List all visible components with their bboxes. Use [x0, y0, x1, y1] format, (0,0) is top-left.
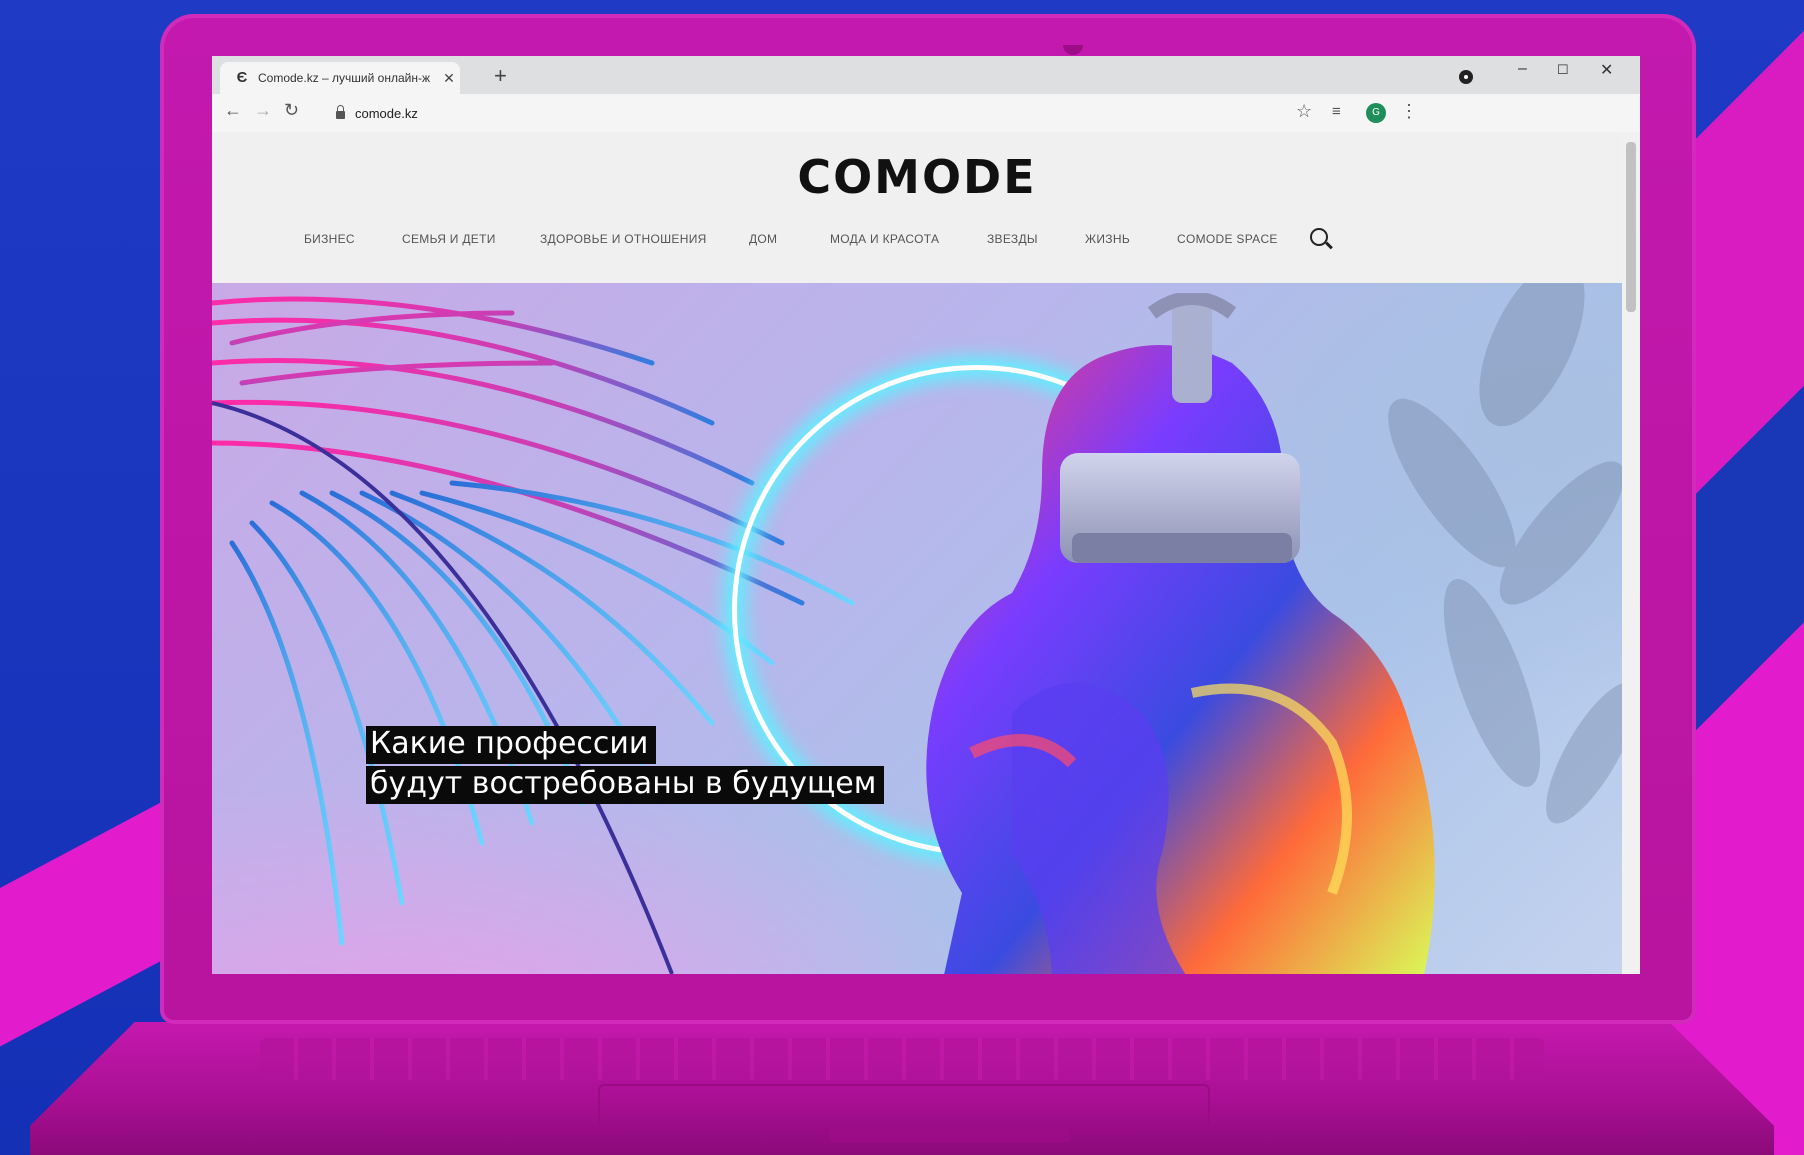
bookmark-star-icon[interactable]: ☆ — [1296, 101, 1312, 122]
lock-icon — [336, 105, 345, 119]
site-logo[interactable]: COMODE — [212, 150, 1622, 204]
browser-tab-bar: Є Comode.kz – лучший онлайн-ж ✕ + – ☐ ✕ — [212, 56, 1640, 94]
nav-item-family[interactable]: СЕМЬЯ И ДЕТИ — [402, 232, 496, 246]
minimize-button[interactable]: – — [1518, 60, 1527, 78]
hero-banner[interactable]: Какие профессии будут востребованы в буд… — [212, 283, 1622, 974]
laptop-screen: Є Comode.kz – лучший онлайн-ж ✕ + – ☐ ✕ … — [212, 56, 1640, 974]
back-arrow-icon[interactable]: ← — [224, 100, 242, 121]
nav-item-business[interactable]: БИЗНЕС — [304, 232, 355, 246]
hero-headline[interactable]: Какие профессии будут востребованы в буд… — [366, 726, 885, 806]
laptop-hinge — [830, 1128, 1070, 1142]
tab-title: Comode.kz – лучший онлайн-ж — [258, 71, 430, 85]
forward-arrow-icon[interactable]: → — [254, 100, 272, 121]
address-bar[interactable]: comode.kz — [330, 99, 1350, 127]
maximize-button[interactable]: ☐ — [1557, 62, 1569, 78]
new-tab-button[interactable]: + — [494, 62, 507, 90]
nav-item-life[interactable]: ЖИЗНЬ — [1085, 232, 1130, 246]
nav-item-comode-space[interactable]: COMODE SPACE — [1177, 232, 1278, 246]
nav-item-health[interactable]: ЗДОРОВЬЕ И ОТНОШЕНИЯ — [540, 232, 707, 246]
laptop-trackpad — [598, 1084, 1210, 1124]
headline-line-2: будут востребованы в будущем — [366, 766, 885, 804]
record-icon[interactable] — [1459, 70, 1473, 84]
browser-tab[interactable]: Є Comode.kz – лучший онлайн-ж ✕ — [220, 62, 460, 94]
scrollbar-thumb[interactable] — [1626, 142, 1636, 312]
browser-toolbar: ← → ↻ comode.kz ☆ ≡ G ⋮ — [212, 94, 1640, 133]
close-icon[interactable]: ✕ — [438, 70, 460, 87]
vr-figure-image — [926, 293, 1435, 974]
browser-menu-icon[interactable]: ⋮ — [1400, 101, 1418, 122]
reload-icon[interactable]: ↻ — [284, 100, 299, 121]
laptop-camera — [1063, 45, 1083, 55]
site-header: COMODE БИЗНЕС СЕМЬЯ И ДЕТИ ЗДОРОВЬЕ И ОТ… — [212, 132, 1622, 283]
window-close-button[interactable]: ✕ — [1600, 60, 1613, 80]
search-icon[interactable] — [1310, 228, 1328, 246]
url-text: comode.kz — [355, 105, 418, 121]
avatar[interactable]: G — [1366, 103, 1386, 123]
headline-line-1: Какие профессии — [366, 726, 657, 764]
nav-item-home[interactable]: ДОМ — [749, 232, 777, 246]
nav-item-stars[interactable]: ЗВЕЗДЫ — [987, 232, 1038, 246]
laptop-keyboard — [260, 1038, 1544, 1080]
nav-item-fashion[interactable]: МОДА И КРАСОТА — [830, 232, 939, 246]
site-favicon-icon: Є — [236, 69, 248, 86]
reading-list-icon[interactable]: ≡ — [1332, 103, 1341, 120]
